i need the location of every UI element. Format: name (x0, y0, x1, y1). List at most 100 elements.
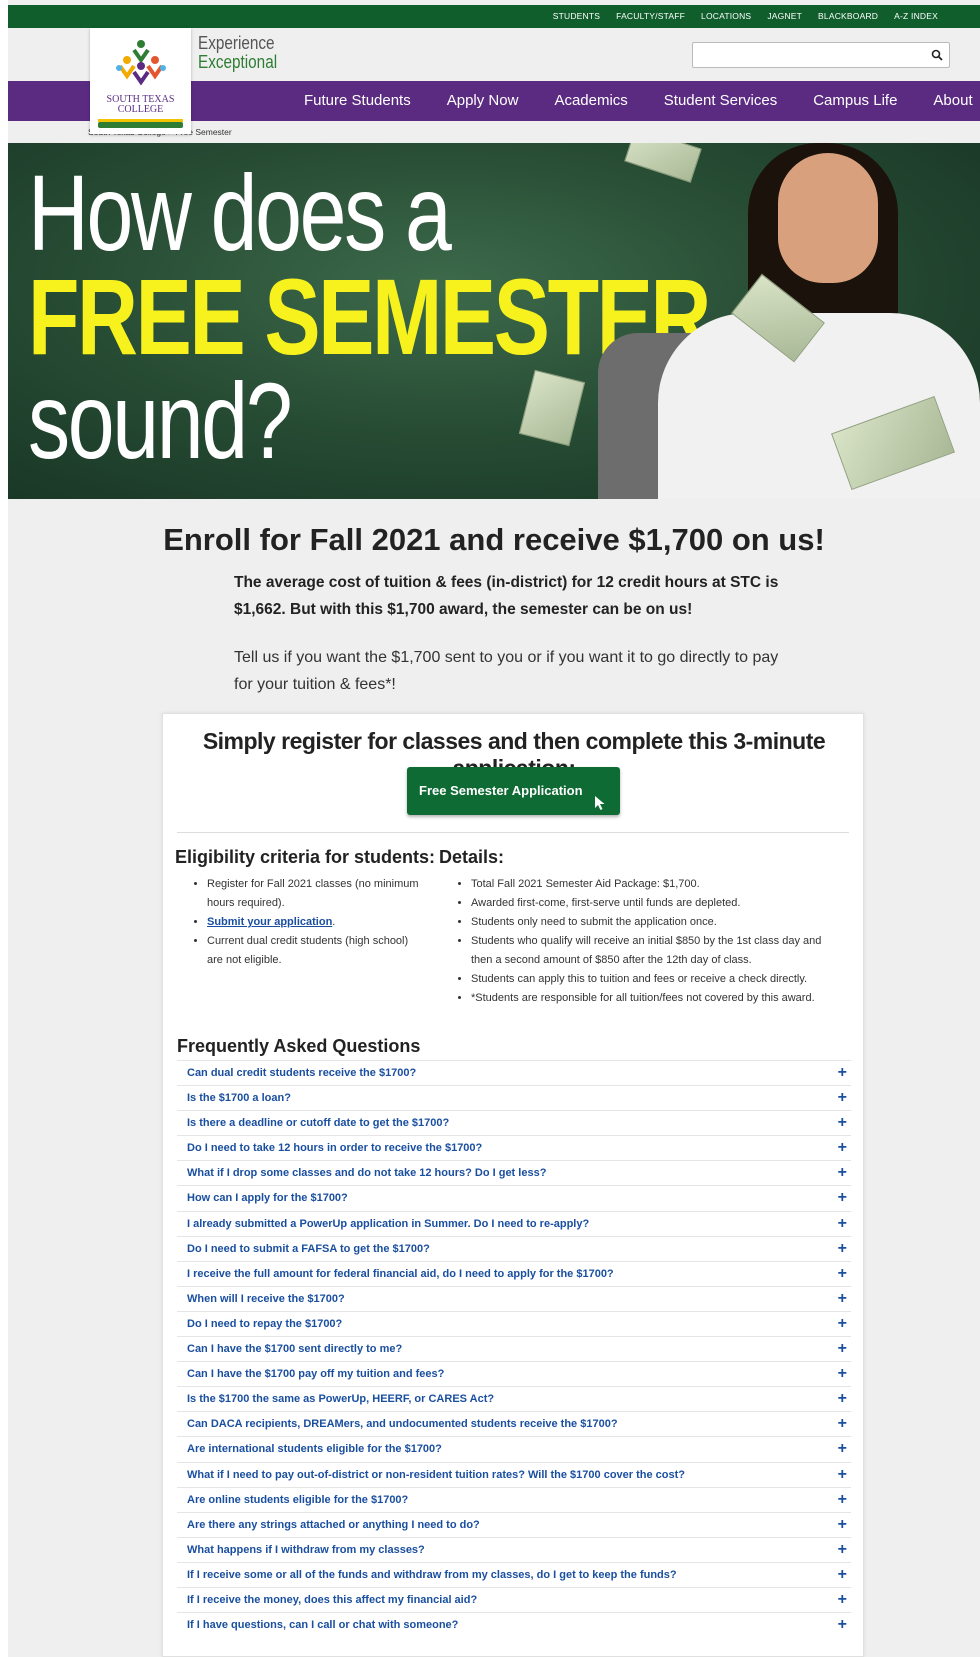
faq-item[interactable]: What happens if I withdraw from my class… (177, 1536, 851, 1562)
utility-link-blackboard[interactable]: BLACKBOARD (818, 5, 878, 28)
free-semester-application-button[interactable]: Free Semester Application (407, 767, 620, 815)
tagline-line-1: Experience (198, 33, 275, 53)
utility-link-faculty-staff[interactable]: FACULTY/STAFF (616, 5, 685, 28)
nav-student-services[interactable]: Student Services (664, 81, 777, 121)
faq-question[interactable]: Can I have the $1700 pay off my tuition … (187, 1368, 444, 1380)
expand-plus-icon[interactable]: + (838, 1490, 847, 1510)
faq-question[interactable]: Do I need to take 12 hours in order to r… (187, 1142, 482, 1154)
faq-question[interactable]: When will I receive the $1700? (187, 1293, 345, 1305)
expand-plus-icon[interactable]: + (838, 1414, 847, 1434)
faq-item[interactable]: Can I have the $1700 pay off my tuition … (177, 1361, 851, 1386)
faq-question[interactable]: Are international students eligible for … (187, 1443, 442, 1455)
faq-question[interactable]: If I receive the money, does this affect… (187, 1594, 477, 1606)
faq-question[interactable]: What happens if I withdraw from my class… (187, 1544, 425, 1556)
submit-application-link[interactable]: Submit your application (207, 916, 332, 928)
site-header: SOUTH TEXAS COLLEGE Experience Exception… (8, 28, 980, 134)
faq-question[interactable]: Can I have the $1700 sent directly to me… (187, 1343, 402, 1355)
expand-plus-icon[interactable]: + (838, 1239, 847, 1259)
expand-plus-icon[interactable]: + (838, 1163, 847, 1183)
nav-campus-life[interactable]: Campus Life (813, 81, 897, 121)
faq-item[interactable]: Can I have the $1700 sent directly to me… (177, 1336, 851, 1361)
college-logo[interactable]: SOUTH TEXAS COLLEGE (90, 28, 191, 134)
expand-plus-icon[interactable]: + (838, 1465, 847, 1485)
search-icon[interactable] (931, 48, 943, 66)
faq-item[interactable]: Is there a deadline or cutoff date to ge… (177, 1110, 851, 1135)
faq-question[interactable]: I already submitted a PowerUp applicatio… (187, 1218, 589, 1230)
expand-plus-icon[interactable]: + (838, 1540, 847, 1560)
details-item: *Students are responsible for all tuitio… (471, 989, 837, 1008)
faq-item[interactable]: Do I need to repay the $1700? + (177, 1310, 851, 1336)
faq-item[interactable]: How can I apply for the $1700? + (177, 1185, 851, 1210)
expand-plus-icon[interactable]: + (838, 1515, 847, 1535)
faq-item[interactable]: Do I need to submit a FAFSA to get the $… (177, 1235, 851, 1261)
nav-academics[interactable]: Academics (554, 81, 627, 121)
faq-question[interactable]: Is the $1700 the same as PowerUp, HEERF,… (187, 1393, 494, 1405)
faq-item[interactable]: I already submitted a PowerUp applicatio… (177, 1210, 851, 1236)
faq-question[interactable]: Is there a deadline or cutoff date to ge… (187, 1117, 449, 1129)
faq-question[interactable]: Can dual credit students receive the $17… (187, 1067, 416, 1079)
expand-plus-icon[interactable]: + (838, 1214, 847, 1234)
faq-item[interactable]: What if I drop some classes and do not t… (177, 1160, 851, 1185)
faq-question[interactable]: What if I drop some classes and do not t… (187, 1167, 546, 1179)
expand-plus-icon[interactable]: + (838, 1063, 847, 1083)
expand-plus-icon[interactable]: + (838, 1590, 847, 1610)
expand-plus-icon[interactable]: + (838, 1314, 847, 1334)
utility-link-students[interactable]: STUDENTS (553, 5, 600, 28)
faq-item[interactable]: Can dual credit students receive the $17… (177, 1060, 851, 1085)
tagline-line-2: Exceptional (198, 52, 278, 72)
faq-question[interactable]: If I have questions, can I call or chat … (187, 1619, 458, 1631)
expand-plus-icon[interactable]: + (838, 1188, 847, 1208)
faq-item[interactable]: Do I need to take 12 hours in order to r… (177, 1135, 851, 1160)
faq-question[interactable]: If I receive some or all of the funds an… (187, 1569, 677, 1581)
faq-list: Can dual credit students receive the $17… (177, 1060, 851, 1637)
expand-plus-icon[interactable]: + (838, 1264, 847, 1284)
faq-item[interactable]: Are there any strings attached or anythi… (177, 1511, 851, 1537)
expand-plus-icon[interactable]: + (838, 1289, 847, 1309)
faq-question[interactable]: Are online students eligible for the $17… (187, 1494, 408, 1506)
expand-plus-icon[interactable]: + (838, 1113, 847, 1133)
expand-plus-icon[interactable]: + (838, 1615, 847, 1635)
utility-link-az-index[interactable]: A-Z INDEX (894, 5, 938, 28)
faq-question[interactable]: How can I apply for the $1700? (187, 1192, 348, 1204)
expand-plus-icon[interactable]: + (838, 1088, 847, 1108)
details-item: Students can apply this to tuition and f… (471, 970, 837, 989)
faq-question[interactable]: I receive the full amount for federal fi… (187, 1268, 614, 1280)
faq-item[interactable]: What if I need to pay out-of-district or… (177, 1461, 851, 1487)
nav-future-students[interactable]: Future Students (304, 81, 411, 121)
expand-plus-icon[interactable]: + (838, 1138, 847, 1158)
faq-question[interactable]: Are there any strings attached or anythi… (187, 1519, 480, 1531)
intro-cost-statement: The average cost of tuition & fees (in-d… (234, 574, 779, 618)
faq-question[interactable]: What if I need to pay out-of-district or… (187, 1469, 685, 1481)
faq-item[interactable]: Is the $1700 a loan? + (177, 1085, 851, 1110)
eligibility-item: Submit your application. (207, 913, 423, 932)
utility-link-jagnet[interactable]: JAGNET (767, 5, 802, 28)
faq-item[interactable]: When will I receive the $1700? + (177, 1285, 851, 1311)
faq-item[interactable]: I receive the full amount for federal fi… (177, 1260, 851, 1286)
expand-plus-icon[interactable]: + (838, 1439, 847, 1459)
logo-wordmark: SOUTH TEXAS COLLEGE (106, 94, 175, 115)
faq-item[interactable]: If I receive the money, does this affect… (177, 1586, 851, 1612)
people-figures-icon (116, 40, 166, 86)
utility-link-locations[interactable]: LOCATIONS (701, 5, 751, 28)
faq-item[interactable]: Can DACA recipients, DREAMers, and undoc… (177, 1411, 851, 1436)
faq-question[interactable]: Do I need to submit a FAFSA to get the $… (187, 1243, 430, 1255)
search-input[interactable] (693, 43, 913, 67)
faq-item[interactable]: If I receive some or all of the funds an… (177, 1561, 851, 1587)
nav-apply-now[interactable]: Apply Now (447, 81, 519, 121)
search-box (692, 42, 950, 68)
hero-banner: How does a FREE SEMESTER sound? (8, 143, 980, 499)
expand-plus-icon[interactable]: + (838, 1565, 847, 1585)
faq-question[interactable]: Can DACA recipients, DREAMers, and undoc… (187, 1418, 618, 1430)
expand-plus-icon[interactable]: + (838, 1339, 847, 1359)
nav-about[interactable]: About (933, 81, 972, 121)
details-item: Awarded first-come, first-serve until fu… (471, 894, 837, 913)
faq-heading: Frequently Asked Questions (177, 1036, 421, 1056)
faq-item[interactable]: Are online students eligible for the $17… (177, 1486, 851, 1512)
faq-question[interactable]: Do I need to repay the $1700? (187, 1318, 342, 1330)
faq-item[interactable]: If I have questions, can I call or chat … (177, 1612, 851, 1637)
expand-plus-icon[interactable]: + (838, 1389, 847, 1409)
expand-plus-icon[interactable]: + (838, 1364, 847, 1384)
faq-item[interactable]: Are international students eligible for … (177, 1436, 851, 1461)
faq-item[interactable]: Is the $1700 the same as PowerUp, HEERF,… (177, 1386, 851, 1411)
faq-question[interactable]: Is the $1700 a loan? (187, 1092, 291, 1104)
